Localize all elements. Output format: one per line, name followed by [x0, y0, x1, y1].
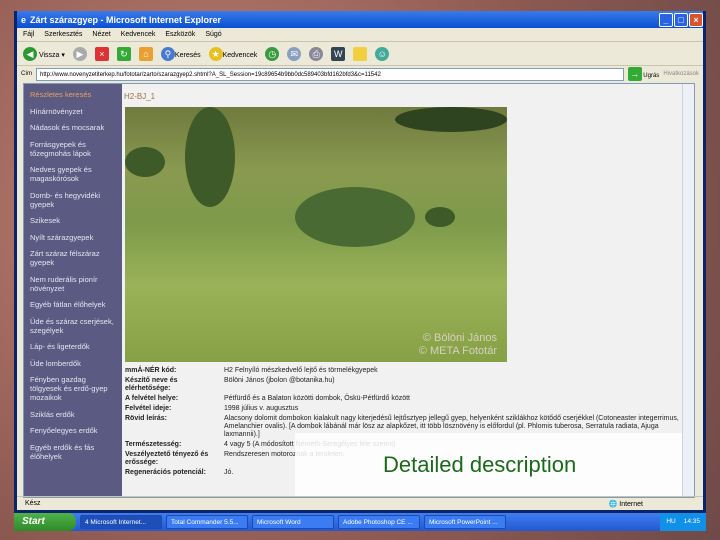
close-button[interactable]: × [689, 12, 703, 27]
status-text: Kész [25, 500, 41, 507]
menu-tools[interactable]: Eszközök [165, 31, 195, 38]
favorites-button[interactable]: ★ Kedvencek [208, 46, 258, 61]
info-key: Készítő neve és elérhetősége: [125, 377, 178, 392]
start-button[interactable]: Start [14, 513, 76, 531]
maximize-button[interactable]: □ [674, 12, 688, 27]
info-key: Veszélyeztető tényező és erőssége: [125, 451, 209, 466]
menu-file[interactable]: Fájl [23, 31, 34, 38]
info-key: A felvétel helye: [125, 395, 179, 402]
vertical-scrollbar[interactable] [682, 84, 694, 497]
sidebar-link[interactable]: Üde és száraz cserjések, szegélyek [30, 317, 116, 335]
sidebar-link[interactable]: Nedves gyepek és magaskórósok [30, 165, 116, 183]
messenger-icon[interactable]: ☺ [375, 46, 390, 61]
menu-edit[interactable]: Szerkesztés [44, 31, 82, 38]
sidebar-link[interactable]: Fenyőelegyes erdők [30, 426, 116, 435]
sidebar-link[interactable]: Egyéb fátlan élőhelyek [30, 300, 116, 309]
address-label: Cím [21, 71, 32, 77]
info-key: Felvétel ideje: [125, 405, 172, 412]
sidebar-link[interactable]: Fényben gazdag tölgyesek és erdő-gyep mo… [30, 375, 116, 402]
menu-bar: Fájl Szerkesztés Nézet Kedvencek Eszközö… [17, 28, 703, 42]
sidebar-link[interactable]: Nyílt szárazgyepek [30, 233, 116, 242]
window-title: Zárt szárazgyep - Microsoft Internet Exp… [30, 14, 222, 25]
system-tray: HU 14:35 [660, 513, 706, 531]
taskbar-item[interactable]: Total Commander 5.5... [166, 515, 248, 529]
detailed-description-caption: Detailed description [295, 433, 694, 497]
sidebar-link[interactable]: Üde lomberdők [30, 359, 116, 368]
info-value: Bölöni János (jbolon @botanika.hu) [224, 377, 335, 384]
go-label: Ugrás [643, 73, 660, 79]
ie-icon: e [21, 14, 27, 25]
info-value: H2 Felnyíló mészkedvelő lejtő és törmelé… [224, 367, 378, 374]
status-bar: Kész 🌐 Internet [17, 496, 703, 510]
star-icon: ★ [208, 46, 223, 61]
sidebar-link[interactable]: Nem ruderális pionír növényzet [30, 275, 116, 293]
info-row: Készítő neve és elérhetősége: Bölöni Jáno… [125, 377, 694, 393]
search-label: Keresés [174, 51, 201, 59]
sidebar-link[interactable]: Nádasok és mocsarak [30, 123, 116, 132]
history-icon[interactable]: ◷ [265, 46, 280, 61]
sidebar-link[interactable]: Láp- és ligeterdők [30, 342, 116, 351]
taskbar-item[interactable]: Microsoft Word [252, 515, 334, 529]
sidebar-link[interactable]: Egyéb erdők és fás élőhelyek [30, 443, 116, 461]
go-arrow-icon: → [627, 67, 642, 81]
language-indicator[interactable]: HU [666, 513, 675, 531]
zone-indicator: 🌐 Internet [608, 500, 643, 508]
word-icon[interactable]: W [331, 46, 346, 61]
sidebar-link[interactable]: Részletes keresés [30, 90, 116, 99]
zone-label: Internet [619, 500, 643, 508]
links-button[interactable]: Hivatkozások [663, 71, 699, 77]
go-button[interactable]: → Ugrás [627, 67, 660, 81]
photo-code: H2-BJ_1 [124, 92, 156, 101]
back-label: Vissza [38, 51, 60, 59]
taskbar: Start 4 Microsoft Internet... Total Comm… [14, 513, 706, 531]
title-bar: e Zárt szárazgyep - Microsoft Internet E… [17, 11, 703, 28]
taskbar-item[interactable]: Adobe Photoshop CE ... [338, 515, 420, 529]
sidebar-link[interactable]: Szikesek [30, 216, 116, 225]
info-row: A felvétel helye: Pétfürdő és a Balaton k… [125, 395, 694, 403]
sidebar-link[interactable]: Domb- és hegyvidéki gyepek [30, 191, 116, 209]
sidebar: Részletes keresés Hínárnövényzet Nádasok é… [24, 84, 122, 497]
info-row: mmÁ-NÉR kód: H2 Felnyíló mészkedvelő lejt… [125, 367, 694, 375]
home-icon[interactable]: ⌂ [138, 46, 153, 61]
menu-help[interactable]: Súgó [205, 31, 221, 38]
sidebar-link[interactable]: Forrásgyepek és tőzegmohás lápok [30, 140, 116, 158]
taskbar-item[interactable]: 4 Microsoft Internet... [80, 515, 162, 529]
address-bar: Cím http://www.novenyzetiterkep.hu/fotot… [17, 66, 703, 82]
favorites-label: Kedvencek [222, 51, 258, 59]
print-icon[interactable]: ⎙ [309, 46, 324, 61]
taskbar-item[interactable]: Microsoft PowerPoint ... [424, 515, 506, 529]
search-button[interactable]: ⚲ Keresés [160, 46, 201, 61]
credit-archive: © META Fototár [418, 345, 497, 357]
info-row: Felvétel ideje: 1998 július v. augusztus [125, 405, 694, 413]
back-arrow-icon: ◀ [23, 46, 37, 61]
minimize-button[interactable]: _ [659, 12, 673, 27]
info-key: mmÁ-NÉR kód: [125, 367, 177, 374]
stop-icon[interactable]: × [94, 46, 109, 61]
clock: 14:35 [683, 518, 700, 525]
habitat-photo: © Bölöni János © META Fototár [125, 107, 507, 362]
address-input[interactable]: http://www.novenyzetiterkep.hu/fototar/z… [36, 67, 624, 81]
back-button[interactable]: ◀ Vissza ▾ [23, 46, 65, 61]
credit-author: © Bölöni János [422, 332, 497, 344]
refresh-icon[interactable]: ↻ [116, 46, 131, 61]
sidebar-link[interactable]: Sziklás erdők [30, 410, 116, 419]
forward-icon[interactable]: ▶ [72, 46, 87, 61]
photo-credit: © Bölöni János © META Fototár [419, 332, 497, 358]
toolbar: ◀ Vissza ▾ ▶ × ↻ ⌂ ⚲ Keresés ★ Kedvencek ◷… [17, 42, 703, 66]
menu-favorites[interactable]: Kedvencek [121, 31, 156, 38]
browser-window: e Zárt szárazgyep - Microsoft Internet E… [14, 11, 706, 513]
page-content: Részletes keresés Hínárnövényzet Nádasok é… [23, 83, 695, 498]
info-value: Pétfürdő és a Balaton közötti dombok, Ös… [224, 395, 410, 402]
sidebar-link[interactable]: Zárt száraz félszáraz gyepek [30, 249, 116, 267]
mail-icon[interactable]: ✉ [287, 46, 302, 61]
info-key: Természetesség: [125, 441, 182, 448]
info-key: Rövid leírás: [125, 415, 168, 422]
notes-icon[interactable] [353, 46, 368, 61]
info-value: 1998 július v. augusztus [224, 405, 299, 412]
sidebar-link[interactable]: Hínárnövényzet [30, 107, 116, 116]
menu-view[interactable]: Nézet [92, 31, 110, 38]
info-key: Regenerációs potenciál: [125, 469, 206, 476]
search-icon: ⚲ [160, 46, 175, 61]
